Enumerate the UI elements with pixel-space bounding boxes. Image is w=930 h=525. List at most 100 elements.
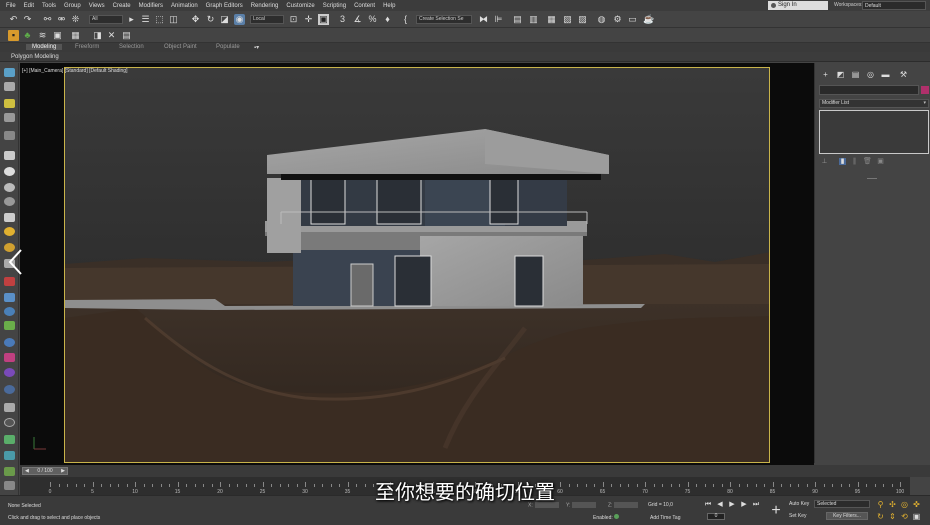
sun-icon[interactable] xyxy=(4,227,15,236)
scene-explorer-icon[interactable]: ▤ xyxy=(512,14,523,25)
display-tab-icon[interactable]: ▬ xyxy=(881,71,890,79)
xref-icon[interactable] xyxy=(4,467,15,476)
pin-stack-icon[interactable]: ⟂ xyxy=(821,158,828,165)
material-editor-icon[interactable]: ◍ xyxy=(596,14,607,25)
selection-set-dropdown[interactable]: Create Selection Se xyxy=(416,15,472,24)
effect-icon[interactable] xyxy=(4,368,15,377)
set-key-plus-icon[interactable]: + xyxy=(767,502,785,520)
edit-named-sets-icon[interactable]: { xyxy=(400,14,411,25)
unlink-icon[interactable]: ⚮ xyxy=(56,14,67,25)
mirror-icon[interactable]: ⧓ xyxy=(478,14,489,25)
undo-icon[interactable]: ↶ xyxy=(8,14,19,25)
y-coord-field[interactable]: Y: xyxy=(566,502,597,508)
select-by-name-icon[interactable]: ☰ xyxy=(140,14,151,25)
teapot-icon[interactable] xyxy=(4,277,15,286)
snaps-toggle-icon[interactable]: 3 xyxy=(337,14,348,25)
modifier-list-dropdown[interactable]: Modifier List ▾ xyxy=(819,99,929,108)
pivot-center-icon[interactable]: ⊡ xyxy=(288,14,299,25)
orbit-icon[interactable]: ↻ xyxy=(876,512,885,521)
menu-item-rendering[interactable]: Rendering xyxy=(251,3,279,9)
viewport[interactable]: [+] [Main_Camera] [Standard] [Default Sh… xyxy=(20,63,814,465)
manipulate-icon[interactable]: ✛ xyxy=(303,14,314,25)
menu-item-group[interactable]: Group xyxy=(64,3,81,9)
particle-icon[interactable] xyxy=(4,353,15,362)
menu-item-file[interactable]: File xyxy=(6,3,16,9)
tab-modeling[interactable]: Modeling xyxy=(26,44,63,50)
camera-icon[interactable] xyxy=(4,113,15,122)
layer-explorer-icon[interactable]: ▥ xyxy=(528,14,539,25)
help-icon[interactable] xyxy=(4,418,15,427)
angle-snap-icon[interactable]: ∡ xyxy=(352,14,363,25)
menu-item-edit[interactable]: Edit xyxy=(24,3,34,9)
grid-icon[interactable]: ▦ xyxy=(70,30,81,41)
ribbon-options-icon[interactable]: ▪▾ xyxy=(254,44,259,51)
tools-icon[interactable]: ✕ xyxy=(106,30,117,41)
zoom-all-icon[interactable]: ✣ xyxy=(888,500,897,509)
menu-item-content[interactable]: Content xyxy=(354,3,375,9)
set-key-button[interactable]: Set Key xyxy=(789,513,807,519)
menu-item-create[interactable]: Create xyxy=(113,3,131,9)
selection-filter-dropdown[interactable]: All xyxy=(89,15,123,24)
motion-tab-icon[interactable]: ◎ xyxy=(866,71,875,79)
key-selection-dropdown[interactable]: Selected xyxy=(814,500,870,508)
key-filters-button[interactable]: Key Filters... xyxy=(826,512,868,520)
hierarchy-tab-icon[interactable]: ▤ xyxy=(851,71,860,79)
layers-icon[interactable]: ≋ xyxy=(37,30,48,41)
helper-icon[interactable] xyxy=(4,131,15,140)
reference-coord-dropdown[interactable]: Local xyxy=(250,15,284,24)
z-value-box[interactable] xyxy=(614,502,639,508)
menu-item-customize[interactable]: Customize xyxy=(286,3,314,9)
select-place-icon[interactable]: ◉ xyxy=(234,14,245,25)
menu-item-views[interactable]: Views xyxy=(89,3,105,9)
remove-modifier-icon[interactable]: 🗑 xyxy=(863,158,872,165)
viewport-label[interactable]: [+] [Main_Camera] [Standard] [Default Sh… xyxy=(22,68,127,74)
workspace-dropdown[interactable]: Default xyxy=(862,1,926,10)
box-icon[interactable] xyxy=(4,151,15,160)
render-setup-icon[interactable]: ⚙ xyxy=(612,14,623,25)
z-coord-field[interactable]: Z: xyxy=(608,502,639,508)
next-key-icon[interactable]: ▶ xyxy=(740,501,748,509)
show-end-result-icon[interactable]: ▮ xyxy=(839,158,846,165)
x-value-box[interactable] xyxy=(534,502,559,508)
menu-item-animation[interactable]: Animation xyxy=(171,3,198,9)
schematic-view-icon[interactable]: ▨ xyxy=(577,14,588,25)
render-frame-icon[interactable]: ▭ xyxy=(627,14,638,25)
menu-item-help[interactable]: Help xyxy=(383,3,395,9)
scene-icon[interactable] xyxy=(4,82,15,91)
redo-icon[interactable]: ↷ xyxy=(22,14,33,25)
next-frame-icon[interactable]: ▶ xyxy=(61,468,65,474)
auto-key-button[interactable]: Auto Key xyxy=(789,501,809,507)
create-tab-icon[interactable]: + xyxy=(821,71,830,79)
previous-arrow-icon[interactable] xyxy=(7,248,23,276)
current-frame-field[interactable]: 0 xyxy=(707,513,725,520)
utilities-tab-icon[interactable]: ⚒ xyxy=(899,71,908,79)
object-name-field[interactable] xyxy=(819,85,919,95)
render-region-icon[interactable]: ◨ xyxy=(92,30,103,41)
trackbar[interactable]: 0 5 10 15 20 25 30 35 40 45 50 55 60 65 70 75 80 85 90 95 10… xyxy=(20,477,910,495)
tab-selection[interactable]: Selection xyxy=(119,44,144,50)
light-icon[interactable] xyxy=(4,99,15,108)
menu-item-scripting[interactable]: Scripting xyxy=(323,3,346,9)
align-icon[interactable]: ⊫ xyxy=(493,14,504,25)
window-crossing-icon[interactable]: ◫ xyxy=(168,14,179,25)
world-icon[interactable] xyxy=(4,338,15,347)
modifier-stack[interactable] xyxy=(819,110,929,154)
time-slider[interactable]: ◀ 0 / 100 ▶ xyxy=(22,467,68,475)
enabled-toggle-icon[interactable] xyxy=(614,514,620,519)
rotate-icon[interactable]: ↻ xyxy=(205,14,216,25)
plane-icon[interactable] xyxy=(4,293,15,302)
menu-item-tools[interactable]: Tools xyxy=(42,3,56,9)
x-coord-field[interactable]: X: xyxy=(528,502,559,508)
select-object-icon[interactable]: ▸ xyxy=(126,14,137,25)
tab-populate[interactable]: Populate xyxy=(216,44,240,50)
torus-icon[interactable] xyxy=(4,197,15,206)
create-icon[interactable] xyxy=(4,68,15,77)
make-unique-icon[interactable]: ∥ xyxy=(851,158,858,165)
zoom-icon[interactable]: ⚲ xyxy=(876,500,885,509)
fov-icon[interactable]: ◎ xyxy=(900,500,909,509)
render-icon[interactable]: ☕ xyxy=(643,14,654,25)
add-time-tag[interactable]: Add Time Tag xyxy=(650,515,680,521)
rect-selection-icon[interactable]: ⬚ xyxy=(154,14,165,25)
globe-icon[interactable] xyxy=(4,307,15,316)
tree-icon[interactable]: ♣ xyxy=(22,30,33,41)
